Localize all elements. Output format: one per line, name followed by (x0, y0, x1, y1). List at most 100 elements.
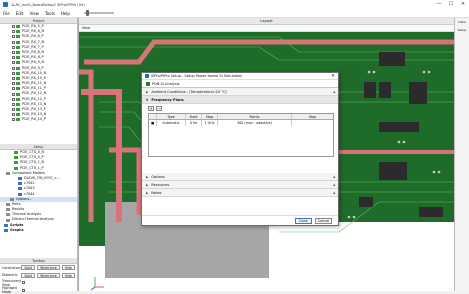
tree-node-icon (6, 219, 10, 222)
done-button[interactable]: Done (295, 218, 312, 224)
visibility-checkbox[interactable] (12, 98, 15, 101)
dialog-title-bar: SIPro/PIPro Setup - Setup Power Aware SI… (142, 73, 338, 80)
visibility-checkbox[interactable] (12, 61, 15, 64)
toolbox-checkbox[interactable] (22, 281, 25, 284)
tree-node-icon (14, 151, 18, 154)
net-icon (16, 93, 20, 96)
maximize-button[interactable]: ☐ (445, 0, 457, 9)
net-icon (16, 87, 20, 90)
project-tree: PCIE_RX_5_PPCIE_RX_6_NPCIE_RX_6_PPCIE_RX… (0, 24, 77, 122)
menu-file[interactable]: File (3, 11, 10, 16)
collapse-icon: ▶ (146, 90, 148, 94)
dialog-close-icon[interactable]: ✕ (331, 73, 335, 80)
cell-stop[interactable]: 1 GHz (202, 120, 218, 126)
cell-step[interactable] (292, 120, 333, 126)
net-icon (16, 113, 20, 116)
add-plan-button[interactable]: + (148, 106, 154, 111)
visibility-checkbox[interactable] (12, 108, 15, 111)
frequency-plan-label: Frequency Plans (151, 98, 183, 102)
visibility-checkbox[interactable] (12, 35, 15, 38)
visibility-checkbox[interactable] (12, 46, 15, 49)
visibility-checkbox[interactable] (12, 87, 15, 90)
ambient-section[interactable]: ▶ Ambient Conditions - (Temperature=25 °… (142, 88, 338, 96)
visibility-checkbox[interactable] (12, 113, 15, 116)
net-icon (16, 56, 20, 59)
net-icon (16, 108, 20, 111)
toolbox-button[interactable]: Solid (21, 273, 35, 278)
visibility-checkbox[interactable] (12, 30, 15, 33)
net-icon (16, 77, 20, 80)
net-icon (16, 118, 20, 121)
table-row[interactable]: ■ Automatic 0 Hz 1 GHz 300 (max - adapti… (149, 120, 333, 126)
visibility-checkbox[interactable] (12, 72, 15, 75)
net-icon (16, 25, 20, 28)
resources-section[interactable]: ▶ Resources ◀ (142, 181, 338, 189)
toolbox-row: ConductorsSolidWireframeHide (0, 264, 77, 272)
analysis-section[interactable]: PDN-SI Analysis (142, 80, 338, 88)
visibility-checkbox[interactable] (12, 25, 15, 28)
options-section[interactable]: ▶ Options ◀ (142, 173, 338, 181)
visibility-checkbox[interactable] (12, 118, 15, 121)
visibility-checkbox[interactable] (12, 82, 15, 85)
cell-start[interactable]: 0 Hz (186, 120, 202, 126)
tree-node-icon (6, 203, 10, 206)
zoom-slider[interactable] (84, 12, 114, 14)
setup-item-label: Graphs (10, 228, 24, 233)
menu-edit[interactable]: Edit (16, 11, 24, 16)
layout-toolbar: View (79, 25, 454, 32)
toolbox-button[interactable]: Solid (21, 265, 35, 270)
right-strip-setup[interactable]: Setup (455, 26, 469, 34)
dialog-app-icon (145, 74, 149, 78)
cell-points[interactable]: 300 (max - adaptive) (218, 120, 292, 126)
net-icon (16, 82, 20, 85)
right-strip-data[interactable]: Data (455, 18, 469, 26)
row-indicator-icon: ■ (149, 120, 157, 126)
visibility-checkbox[interactable] (12, 103, 15, 106)
close-button[interactable]: ✕ (457, 0, 469, 9)
frequency-plan-section[interactable]: ▼ Frequency Plans (142, 96, 338, 104)
menu-view[interactable]: View (29, 11, 39, 16)
setup-tree-item[interactable]: Graphs (0, 228, 77, 233)
notes-collapse-icon: ▶ (146, 191, 148, 195)
tree-node-icon (18, 187, 22, 190)
resources-collapse-icon: ▶ (146, 183, 148, 187)
analysis-label: PDN-SI Analysis (152, 82, 179, 86)
visibility-checkbox[interactable] (12, 67, 15, 70)
toolbox: ConductorsSolidWireframeHideDielectricSo… (0, 264, 77, 294)
dialog-footer: Done Cancel (142, 215, 338, 225)
cancel-button[interactable]: Cancel (315, 218, 332, 224)
window-controls: — ☐ ✕ (433, 0, 469, 9)
toolbox-button[interactable]: Hide (62, 273, 75, 278)
ambient-label: Ambient Conditions - (Temperature=25 °C) (151, 90, 226, 94)
options-arrow-icon: ◀ (333, 175, 335, 179)
menu-tools[interactable]: Tools (45, 11, 55, 16)
view-menu[interactable]: View (82, 26, 90, 30)
layout-title: Layout (79, 18, 454, 25)
net-icon (16, 35, 20, 38)
menu-help[interactable]: Help (61, 11, 70, 16)
minimize-button[interactable]: — (433, 0, 445, 9)
toolbox-button[interactable]: Hide (62, 265, 75, 270)
net-icon (16, 98, 20, 101)
resources-arrow-icon: ◀ (333, 183, 335, 187)
left-panels: Project PCIE_RX_5_PPCIE_RX_6_NPCIE_RX_6_… (0, 18, 78, 291)
window-title: 1LAY_multi_BoardSetup2 SIPro/PIPro (04) (11, 3, 85, 7)
toolbox-button[interactable]: Wireframe (37, 273, 60, 278)
visibility-checkbox[interactable] (12, 51, 15, 54)
net-icon (16, 103, 20, 106)
setup-dialog: SIPro/PIPro Setup - Setup Power Aware SI… (141, 72, 339, 226)
notes-section[interactable]: ▶ Notes ◀ (142, 189, 338, 197)
visibility-checkbox[interactable] (12, 41, 15, 44)
visibility-checkbox[interactable] (12, 93, 15, 96)
header-blank (149, 114, 157, 119)
options-collapse-icon: ▶ (146, 175, 148, 179)
tree-item-net[interactable]: PCIE_RX_14_P (0, 117, 77, 122)
tree-item-label: PCIE_RX_14_P (22, 117, 46, 122)
visibility-checkbox[interactable] (12, 56, 15, 59)
toolbox-button[interactable]: Wireframe (37, 265, 60, 270)
toolbox-checkbox[interactable] (22, 289, 25, 292)
remove-plan-button[interactable]: — (156, 106, 162, 111)
visibility-checkbox[interactable] (12, 77, 15, 80)
tree-node-icon (14, 167, 18, 170)
cell-type[interactable]: Automatic (157, 120, 186, 126)
